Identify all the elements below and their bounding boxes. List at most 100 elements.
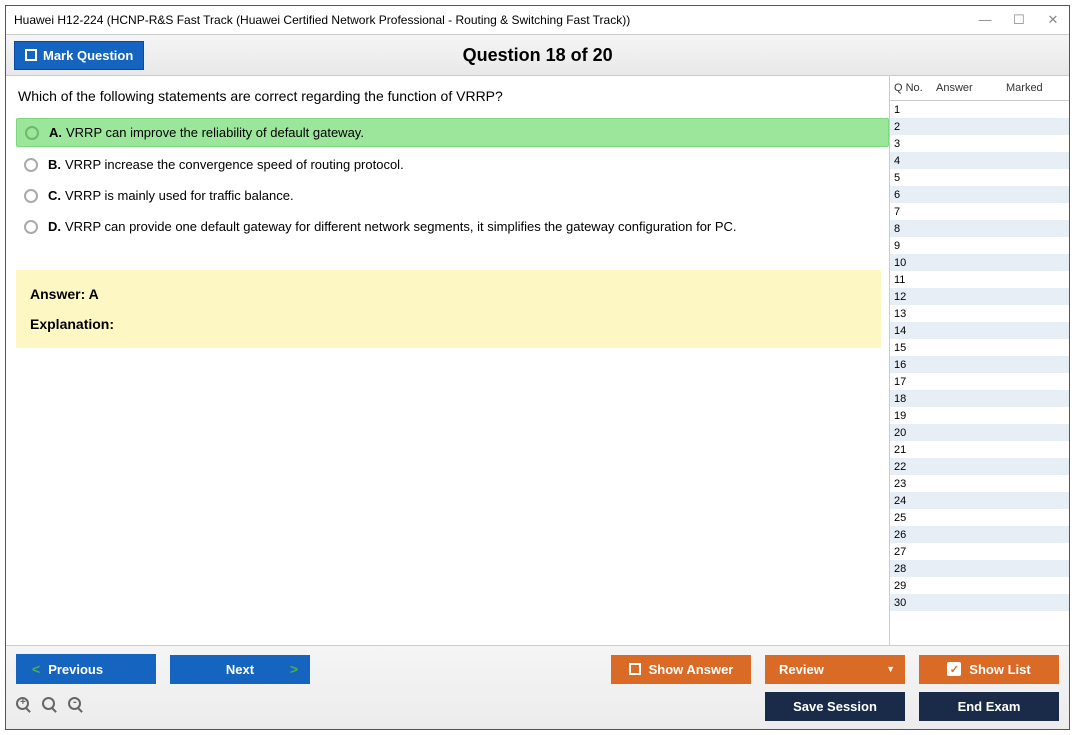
list-row[interactable]: 27 [890,543,1069,560]
save-session-label: Save Session [793,699,877,714]
radio-icon [25,126,39,140]
minimize-icon[interactable]: — [977,12,993,28]
list-row[interactable]: 1 [890,101,1069,118]
show-list-button[interactable]: ✓ Show List [919,655,1059,684]
list-header: Q No. Answer Marked [890,76,1069,101]
review-button[interactable]: Review ▼ [765,655,905,684]
list-row[interactable]: 25 [890,509,1069,526]
show-answer-button[interactable]: Show Answer [611,655,751,684]
list-row[interactable]: 19 [890,407,1069,424]
footer-row-2: Save Session End Exam [16,692,1059,721]
row-qno: 25 [890,512,932,524]
list-row[interactable]: 5 [890,169,1069,186]
row-qno: 2 [890,121,932,133]
chevron-right-icon: > [290,661,298,677]
list-row[interactable]: 10 [890,254,1069,271]
list-rows[interactable]: 1234567891011121314151617181920212223242… [890,101,1069,645]
next-button[interactable]: Next > [170,655,310,684]
option-text: VRRP is mainly used for traffic balance. [65,188,294,203]
list-row[interactable]: 23 [890,475,1069,492]
zoom-in-icon[interactable] [16,697,36,717]
show-list-label: Show List [969,662,1030,677]
mark-question-button[interactable]: Mark Question [14,41,144,70]
options-list: A. VRRP can improve the reliability of d… [16,118,889,240]
row-qno: 23 [890,478,932,490]
list-row[interactable]: 8 [890,220,1069,237]
chevron-left-icon: < [32,661,40,677]
list-row[interactable]: 15 [890,339,1069,356]
body-area: Which of the following statements are co… [6,76,1069,645]
row-qno: 13 [890,308,932,320]
list-row[interactable]: 16 [890,356,1069,373]
radio-icon [24,189,38,203]
show-answer-label: Show Answer [649,662,734,677]
option-row[interactable]: B. VRRP increase the convergence speed o… [16,151,889,178]
row-qno: 18 [890,393,932,405]
row-qno: 14 [890,325,932,337]
list-row[interactable]: 7 [890,203,1069,220]
app-window: Huawei H12-224 (HCNP-R&S Fast Track (Hua… [5,5,1070,730]
end-exam-button[interactable]: End Exam [919,692,1059,721]
list-row[interactable]: 2 [890,118,1069,135]
list-row[interactable]: 26 [890,526,1069,543]
footer: < Previous Next > Show Answer Review ▼ ✓… [6,645,1069,729]
option-row[interactable]: D. VRRP can provide one default gateway … [16,213,889,240]
list-row[interactable]: 29 [890,577,1069,594]
answer-line: Answer: A [30,286,867,302]
header-marked: Marked [1002,76,1069,100]
row-qno: 11 [890,274,932,286]
list-row[interactable]: 30 [890,594,1069,611]
previous-button[interactable]: < Previous [16,654,156,684]
list-row[interactable]: 11 [890,271,1069,288]
answer-box: Answer: A Explanation: [16,270,881,348]
question-counter: Question 18 of 20 [144,45,931,66]
zoom-reset-icon[interactable] [42,697,62,717]
row-qno: 4 [890,155,932,167]
row-qno: 7 [890,206,932,218]
radio-icon [24,158,38,172]
list-row[interactable]: 20 [890,424,1069,441]
option-row[interactable]: C. VRRP is mainly used for traffic balan… [16,182,889,209]
zoom-out-icon[interactable] [68,697,88,717]
save-session-button[interactable]: Save Session [765,692,905,721]
row-qno: 28 [890,563,932,575]
list-row[interactable]: 14 [890,322,1069,339]
row-qno: 27 [890,546,932,558]
row-qno: 21 [890,444,932,456]
list-row[interactable]: 9 [890,237,1069,254]
list-row[interactable]: 12 [890,288,1069,305]
option-letter: C. [48,188,61,203]
row-qno: 10 [890,257,932,269]
list-row[interactable]: 13 [890,305,1069,322]
list-row[interactable]: 22 [890,458,1069,475]
row-qno: 24 [890,495,932,507]
row-qno: 6 [890,189,932,201]
row-qno: 5 [890,172,932,184]
list-row[interactable]: 28 [890,560,1069,577]
maximize-icon[interactable]: ☐ [1011,12,1027,28]
list-row[interactable]: 6 [890,186,1069,203]
close-icon[interactable]: ✕ [1045,12,1061,28]
option-letter: D. [48,219,61,234]
row-qno: 30 [890,597,932,609]
list-row[interactable]: 24 [890,492,1069,509]
next-label: Next [226,662,254,677]
row-qno: 17 [890,376,932,388]
header-bar: Mark Question Question 18 of 20 [6,34,1069,76]
question-text: Which of the following statements are co… [16,88,889,104]
option-row[interactable]: A. VRRP can improve the reliability of d… [16,118,889,147]
mark-question-label: Mark Question [43,48,133,63]
row-qno: 9 [890,240,932,252]
checkbox-checked-icon: ✓ [947,662,961,676]
radio-icon [24,220,38,234]
checkbox-icon [629,663,641,675]
option-text: VRRP can provide one default gateway for… [65,219,737,234]
list-row[interactable]: 21 [890,441,1069,458]
zoom-controls [16,697,88,717]
list-row[interactable]: 18 [890,390,1069,407]
list-row[interactable]: 3 [890,135,1069,152]
list-row[interactable]: 4 [890,152,1069,169]
row-qno: 16 [890,359,932,371]
list-row[interactable]: 17 [890,373,1069,390]
main-panel: Which of the following statements are co… [6,76,889,645]
